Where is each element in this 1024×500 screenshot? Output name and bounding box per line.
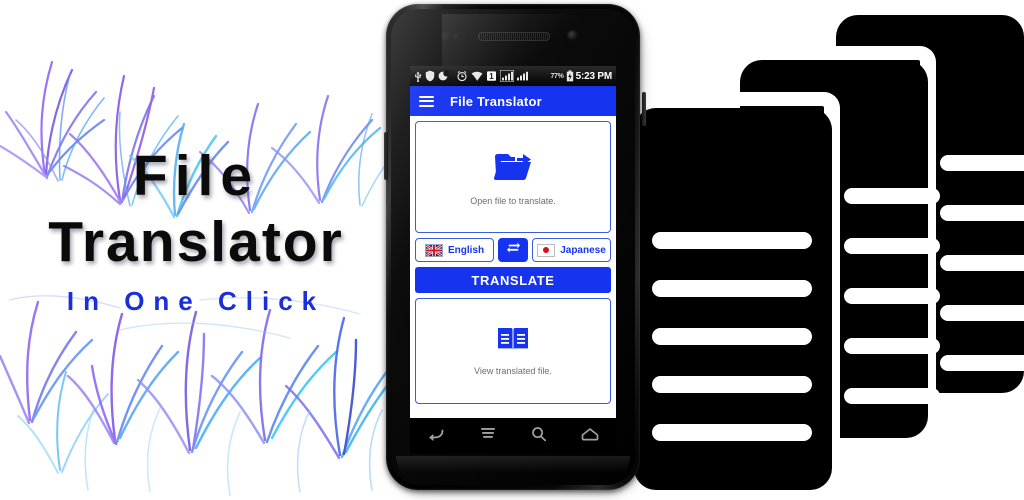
phone-screen: 1 77% 5:23 PM File Translator Open file … [410,66,616,418]
moon-icon [438,70,449,83]
source-language-button[interactable]: English [415,238,494,262]
translate-button-label: TRANSLATE [471,272,555,288]
shield-icon [425,70,435,83]
earpiece-speaker-icon [478,32,550,41]
open-book-icon [497,326,529,357]
document-stack [620,0,1024,500]
open-file-card[interactable]: Open file to translate. [415,121,611,233]
home-icon[interactable] [581,427,599,446]
alarm-icon [456,70,468,83]
navigation-bar [410,418,616,454]
wifi-icon [471,70,483,83]
hamburger-menu-icon[interactable] [419,95,434,107]
folder-open-share-icon [493,148,533,187]
usb-icon [414,70,422,83]
grass-decoration-panel [0,0,400,500]
grass-art-icon [0,60,400,496]
translate-button[interactable]: TRANSLATE [415,267,611,293]
document-stack-icon [634,15,1024,490]
power-button[interactable] [642,92,646,126]
light-sensor-icon [453,34,458,39]
battery-percent-label: 77% [550,72,564,80]
view-translated-label: View translated file. [474,366,552,376]
swap-arrows-icon [506,241,521,260]
swap-languages-button[interactable] [498,238,528,262]
app-bar: File Translator [410,86,616,116]
phone-body: 1 77% 5:23 PM File Translator Open file … [386,4,640,490]
volume-button[interactable] [384,132,388,180]
view-translated-card[interactable]: View translated file. [415,298,611,404]
open-file-label: Open file to translate. [470,196,556,206]
back-icon[interactable] [427,427,445,446]
app-content: Open file to translate. English Japanese… [410,116,616,413]
front-camera-icon [567,30,578,41]
search-icon[interactable] [531,426,547,447]
menu-icon[interactable] [479,427,497,445]
target-language-button[interactable]: Japanese [532,238,611,262]
japan-flag-icon [537,243,556,257]
sim1-icon: 1 [486,70,497,83]
uk-flag-icon [424,243,443,257]
proximity-sensor-icon [442,33,448,39]
source-language-label: English [447,244,485,256]
signal-bars-2-icon [517,70,528,83]
svg-text:1: 1 [489,72,494,81]
battery-charging-icon [566,70,574,83]
target-language-label: Japanese [560,244,606,256]
promo-banner: File Translator In One Click 1 77% 5:23 … [0,0,1024,500]
app-title: File Translator [450,93,542,109]
notification-led-icon [462,35,466,39]
signal-bars-icon [500,70,514,83]
phone-mockup: 1 77% 5:23 PM File Translator Open file … [384,4,646,496]
android-status-bar: 1 77% 5:23 PM [410,66,616,86]
language-selector-row: English Japanese [415,238,611,262]
status-clock: 5:23 PM [575,70,613,82]
document-icon-front [634,108,832,490]
